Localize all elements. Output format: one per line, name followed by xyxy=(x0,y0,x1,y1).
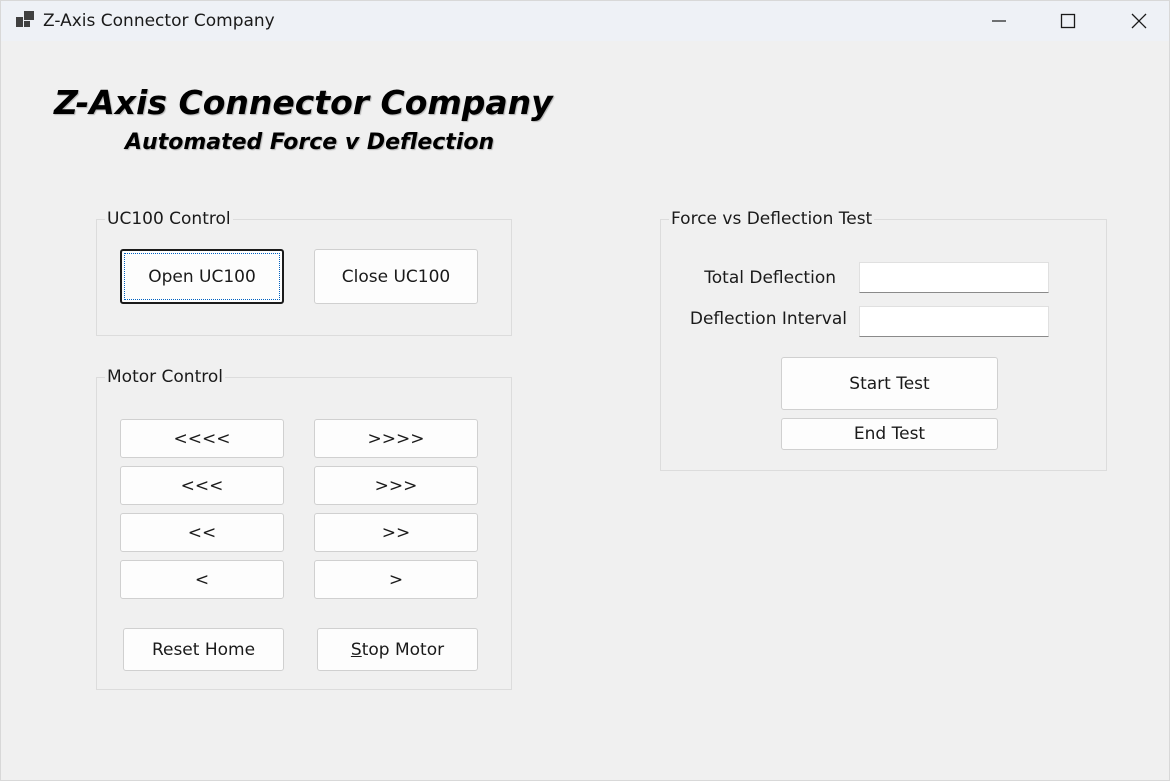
title-bar: Z-Axis Connector Company xyxy=(1,1,1169,41)
jog-left-fast-button[interactable]: <<< xyxy=(120,466,284,505)
maximize-button[interactable] xyxy=(1033,1,1103,41)
page-title: Z-Axis Connector Company xyxy=(54,83,553,122)
open-uc100-button[interactable]: Open UC100 xyxy=(120,249,284,304)
jog-right-slow-button[interactable]: > xyxy=(314,560,478,599)
stop-motor-button[interactable]: Stop Motor xyxy=(317,628,478,671)
jog-right-medium-button[interactable]: >> xyxy=(314,513,478,552)
maximize-icon xyxy=(1060,13,1076,29)
page-subtitle: Automated Force v Deflection xyxy=(125,130,495,155)
jog-right-fastest-button[interactable]: >>>> xyxy=(314,419,478,458)
stop-motor-mnemonic: S xyxy=(350,639,362,660)
deflection-interval-label: Deflection Interval xyxy=(689,309,847,329)
jog-right-fast-button[interactable]: >>> xyxy=(314,466,478,505)
stop-motor-label: top Motor xyxy=(361,639,445,660)
end-test-button[interactable]: End Test xyxy=(781,418,998,450)
deflection-interval-input[interactable] xyxy=(859,306,1049,337)
close-button[interactable] xyxy=(1104,1,1170,41)
jog-left-slow-button[interactable]: < xyxy=(120,560,284,599)
close-uc100-button[interactable]: Close UC100 xyxy=(314,249,478,304)
minimize-button[interactable] xyxy=(964,1,1034,41)
minimize-icon xyxy=(992,20,1006,22)
uc100-group-label: UC100 Control xyxy=(105,209,233,229)
start-test-button[interactable]: Start Test xyxy=(781,357,998,410)
total-deflection-input[interactable] xyxy=(859,262,1049,293)
app-window: Z-Axis Connector Company Z-Axis Connecto… xyxy=(0,0,1170,781)
total-deflection-label: Total Deflection xyxy=(704,268,836,288)
app-window-icon xyxy=(16,11,34,27)
jog-left-medium-button[interactable]: << xyxy=(120,513,284,552)
motor-group-label: Motor Control xyxy=(105,367,225,387)
jog-left-fastest-button[interactable]: <<<< xyxy=(120,419,284,458)
reset-home-button[interactable]: Reset Home xyxy=(123,628,284,671)
close-icon xyxy=(1131,13,1147,29)
window-title: Z-Axis Connector Company xyxy=(43,11,275,31)
test-group-label: Force vs Deflection Test xyxy=(669,209,875,229)
